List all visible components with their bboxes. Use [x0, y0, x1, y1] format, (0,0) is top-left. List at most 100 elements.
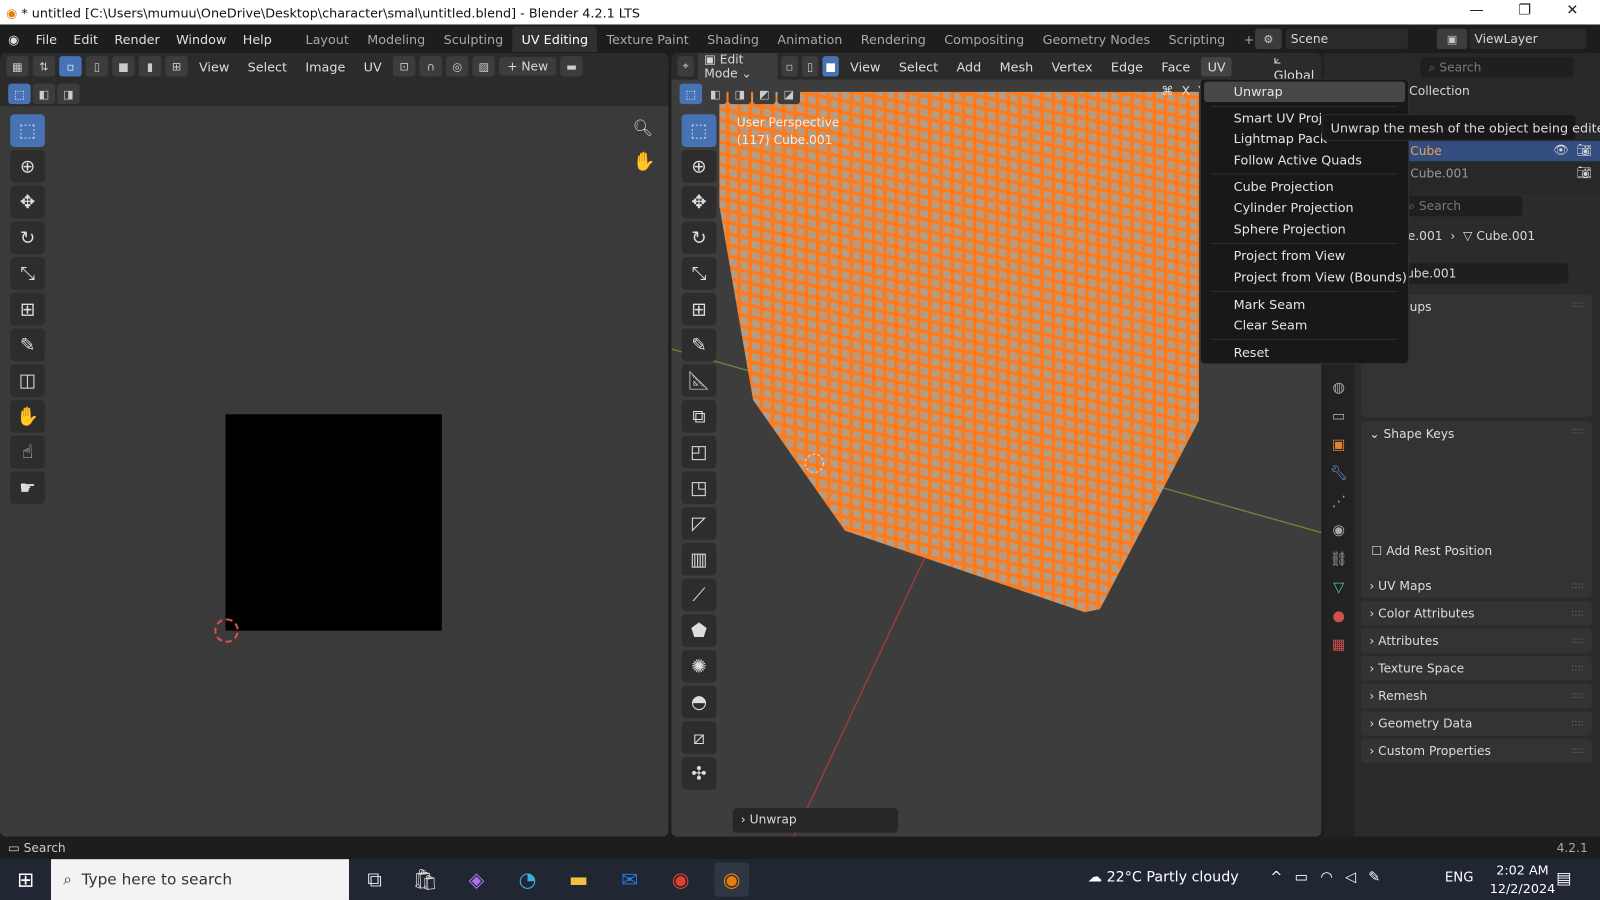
tab-geometry-nodes[interactable]: Geometry Nodes: [1033, 26, 1159, 52]
vertex-mode-icon[interactable]: ▫: [781, 56, 798, 77]
annotate-tool[interactable]: ✎: [10, 328, 45, 362]
last-operator-panel[interactable]: › Unwrap: [732, 808, 898, 833]
taskbar-search[interactable]: ⌕ Type here to search: [51, 859, 349, 900]
task-view-icon[interactable]: ⧉: [357, 862, 392, 897]
face-mode-icon[interactable]: ■: [822, 56, 839, 77]
tab-rendering[interactable]: Rendering: [852, 26, 936, 52]
2d-cursor-icon[interactable]: [214, 618, 239, 643]
editor-type-icon[interactable]: ⌖: [677, 56, 695, 77]
view-layer-icon[interactable]: ▣: [1436, 28, 1468, 49]
modifier-tab-icon[interactable]: 🔧︎: [1330, 465, 1348, 481]
edge-mode-icon[interactable]: ▯: [801, 56, 819, 77]
collection-tab-icon[interactable]: ▭: [1332, 408, 1346, 424]
cursor-tool[interactable]: ⊕: [10, 149, 45, 183]
panel-geometry-data[interactable]: › Geometry Data::::: [1361, 711, 1592, 736]
select-new-icon[interactable]: ⬚: [8, 83, 31, 105]
render-camera-icon[interactable]: 📷︎: [1577, 143, 1593, 157]
close-button[interactable]: ✕: [1566, 2, 1578, 18]
outlook-icon[interactable]: ✉: [612, 862, 647, 897]
add-rest-position-checkbox[interactable]: ☐ Add Rest Position: [1371, 544, 1492, 558]
shrink-fatten-tool[interactable]: ✣: [681, 757, 717, 790]
menu-window[interactable]: Window: [168, 31, 235, 46]
rotate-tool[interactable]: ↻: [10, 221, 45, 255]
proportional-edit-icon[interactable]: ◎: [446, 56, 469, 77]
select-subtract-icon[interactable]: ◨: [57, 83, 80, 105]
mirror-icon[interactable]: ⌘: [1161, 84, 1173, 98]
menu-view[interactable]: View: [192, 59, 237, 74]
edge-icon[interactable]: ◔: [510, 862, 545, 897]
panel-uv-maps[interactable]: › UV Maps::::: [1361, 573, 1592, 598]
select-new-icon[interactable]: ⬚: [679, 83, 703, 105]
move-tool[interactable]: ✥: [681, 185, 717, 219]
menu-item-follow-active-quads[interactable]: Follow Active Quads: [1234, 152, 1362, 167]
tab-uv-editing[interactable]: UV Editing: [512, 26, 598, 52]
scene-field[interactable]: Scene: [1285, 28, 1409, 49]
menu-item-smart-uv-project[interactable]: Smart UV Proje: [1234, 110, 1330, 125]
menu-item-sphere-projection[interactable]: Sphere Projection: [1234, 221, 1346, 236]
panel-texture-space[interactable]: › Texture Space::::: [1361, 656, 1592, 681]
extrude-tool[interactable]: ◰: [681, 435, 717, 469]
menu-vertex[interactable]: Vertex: [1044, 59, 1099, 74]
sync-selection-icon[interactable]: ⇅: [32, 56, 56, 77]
transform-tool[interactable]: ⊞: [681, 292, 717, 326]
mirror-x[interactable]: X: [1182, 84, 1190, 98]
language-indicator[interactable]: ENG: [1445, 870, 1474, 885]
tab-sculpting[interactable]: Sculpting: [434, 26, 512, 52]
system-tray-icons[interactable]: ^▭◠◁✎: [1270, 869, 1392, 885]
relax-tool[interactable]: ☝: [10, 435, 45, 469]
status-search[interactable]: Search: [24, 841, 66, 855]
uv-canvas[interactable]: ⬚ ⊕ ✥ ↻ ⤡ ⊞ ✎ ◫ ✋ ☝ ☛ 🔍︎ ✋: [0, 106, 669, 837]
new-image-button[interactable]: + New: [499, 57, 557, 76]
snap-icon[interactable]: ∩: [419, 56, 442, 77]
menu-file[interactable]: File: [27, 31, 65, 46]
menu-item-project-from-view[interactable]: Project from View: [1234, 248, 1346, 263]
store-icon[interactable]: 🛍︎: [408, 862, 443, 897]
menu-item-unwrap[interactable]: Unwrap: [1234, 84, 1283, 99]
panel-remesh[interactable]: › Remesh::::: [1361, 683, 1592, 709]
inset-tool[interactable]: ◳: [681, 471, 717, 505]
menu-help[interactable]: Help: [235, 31, 280, 46]
island-select-icon[interactable]: ▮: [138, 56, 162, 77]
menu-select[interactable]: Select: [892, 59, 946, 74]
mode-selector[interactable]: ▣ Edit Mode ⌄: [698, 53, 778, 83]
select-extend-icon[interactable]: ◧: [32, 83, 56, 105]
vertex-select-icon[interactable]: ▫: [59, 56, 82, 77]
select-box-tool[interactable]: ⬚: [681, 114, 717, 147]
weather-widget[interactable]: ☁ 22°C Partly cloudy: [1088, 869, 1239, 885]
panel-color-attributes[interactable]: › Color Attributes::::: [1361, 601, 1592, 626]
menu-item-project-from-view-bounds[interactable]: Project from View (Bounds): [1234, 269, 1407, 284]
menu-uv[interactable]: UV: [1201, 56, 1232, 77]
minimize-button[interactable]: —: [1469, 2, 1483, 18]
blender-taskbar-icon[interactable]: ◉: [714, 862, 749, 897]
tab-compositing[interactable]: Compositing: [935, 26, 1033, 52]
particles-tab-icon[interactable]: ⋰: [1332, 494, 1346, 510]
select-intersect-icon[interactable]: ◪: [777, 83, 800, 105]
select-subtract-icon[interactable]: ◨: [728, 83, 752, 105]
physics-tab-icon[interactable]: ◉: [1333, 522, 1345, 538]
chrome-icon[interactable]: ◉: [663, 862, 698, 897]
clock[interactable]: 2:02 AM 12/2/2024: [1490, 861, 1555, 898]
outliner-search[interactable]: ⌕ Search: [1420, 57, 1574, 78]
world-tab-icon[interactable]: ◍: [1333, 380, 1345, 396]
edge-slide-tool[interactable]: ⧄: [681, 721, 717, 755]
properties-search[interactable]: ⌕ Search: [1399, 195, 1523, 217]
grab-tool[interactable]: ✋: [10, 399, 45, 433]
panel-attributes[interactable]: › Attributes::::: [1361, 628, 1592, 654]
tab-animation[interactable]: Animation: [768, 26, 851, 52]
blender-menu-icon[interactable]: ◉: [0, 31, 27, 46]
pivot-icon[interactable]: ⊡: [392, 56, 416, 77]
collection-label[interactable]: Collection: [1409, 84, 1470, 98]
add-cube-tool[interactable]: ⧉: [681, 399, 717, 433]
file-explorer-icon[interactable]: ▬: [561, 862, 596, 897]
editor-type-icon[interactable]: ▦: [6, 56, 29, 77]
menu-add[interactable]: Add: [949, 59, 988, 74]
rotate-tool[interactable]: ↻: [681, 221, 717, 255]
render-camera-icon[interactable]: 📷︎: [1577, 165, 1593, 179]
pan-icon[interactable]: ✋: [633, 151, 656, 172]
menu-edit[interactable]: Edit: [65, 31, 106, 46]
menu-face[interactable]: Face: [1154, 59, 1197, 74]
move-tool[interactable]: ✥: [10, 185, 45, 219]
view-layer-field[interactable]: ViewLayer: [1469, 28, 1587, 49]
loop-cut-tool[interactable]: ▥: [681, 542, 717, 576]
data-tab-icon[interactable]: ▽: [1333, 580, 1344, 596]
